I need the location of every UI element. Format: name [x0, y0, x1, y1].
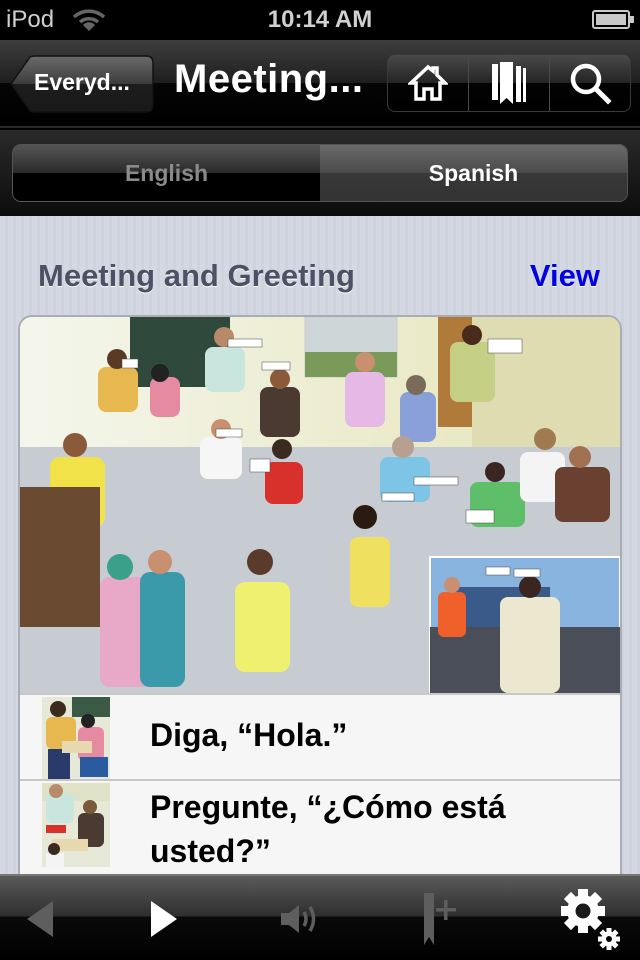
play-button[interactable] — [134, 876, 194, 960]
thumbnail-how-are-you — [42, 783, 110, 867]
teacher-desk — [20, 487, 100, 627]
back-button[interactable]: Everyd... — [10, 55, 154, 113]
lesson-card: Diga, “Hola.” Pregunte, “¿Cómo está uste… — [18, 315, 622, 874]
classroom-illustration[interactable] — [20, 317, 620, 693]
home-icon — [408, 64, 448, 101]
phrase-text: Pregunte, “¿Cómo está usted?” — [150, 789, 506, 869]
content-area: Meeting and Greeting View Diga, “Hola.” … — [0, 216, 640, 874]
section-title: Meeting and Greeting — [38, 258, 355, 293]
play-icon — [151, 901, 177, 937]
phrase-text: Diga, “Hola.” — [150, 717, 348, 753]
view-link[interactable]: View — [530, 258, 600, 294]
status-bar: iPod 10:14 AM — [0, 0, 640, 40]
bookmarks-button[interactable] — [469, 55, 550, 111]
nav-actions — [387, 54, 631, 112]
audio-button[interactable] — [272, 876, 332, 960]
speaker-icon — [281, 905, 316, 933]
previous-button[interactable] — [10, 876, 70, 960]
phrase-row[interactable]: Pregunte, “¿Cómo está usted?” — [20, 779, 620, 869]
home-button[interactable] — [388, 55, 469, 111]
search-icon — [570, 63, 612, 105]
back-button-label: Everyd... — [34, 69, 130, 95]
language-bar: English Spanish — [0, 130, 640, 216]
page-title: Meeting... — [174, 57, 364, 101]
english-tab[interactable]: English — [13, 145, 320, 201]
clock: 10:14 AM — [267, 6, 373, 33]
previous-icon — [27, 901, 53, 937]
settings-icon — [561, 889, 620, 950]
battery-icon — [592, 10, 634, 29]
bottom-toolbar — [0, 874, 640, 960]
language-toggle: English Spanish — [12, 144, 628, 202]
spanish-tab[interactable]: Spanish — [320, 145, 627, 201]
bookmarks-icon — [492, 62, 526, 104]
bookmark-add-icon — [424, 893, 456, 945]
phrase-row[interactable]: Diga, “Hola.” — [20, 693, 620, 781]
goodbye-inset — [429, 556, 620, 693]
navigation-bar: Everyd... Meeting... — [0, 40, 640, 128]
add-bookmark-button[interactable] — [410, 876, 470, 960]
thumbnail-hello — [42, 697, 110, 781]
search-button[interactable] — [550, 55, 630, 111]
settings-button[interactable] — [556, 876, 626, 960]
